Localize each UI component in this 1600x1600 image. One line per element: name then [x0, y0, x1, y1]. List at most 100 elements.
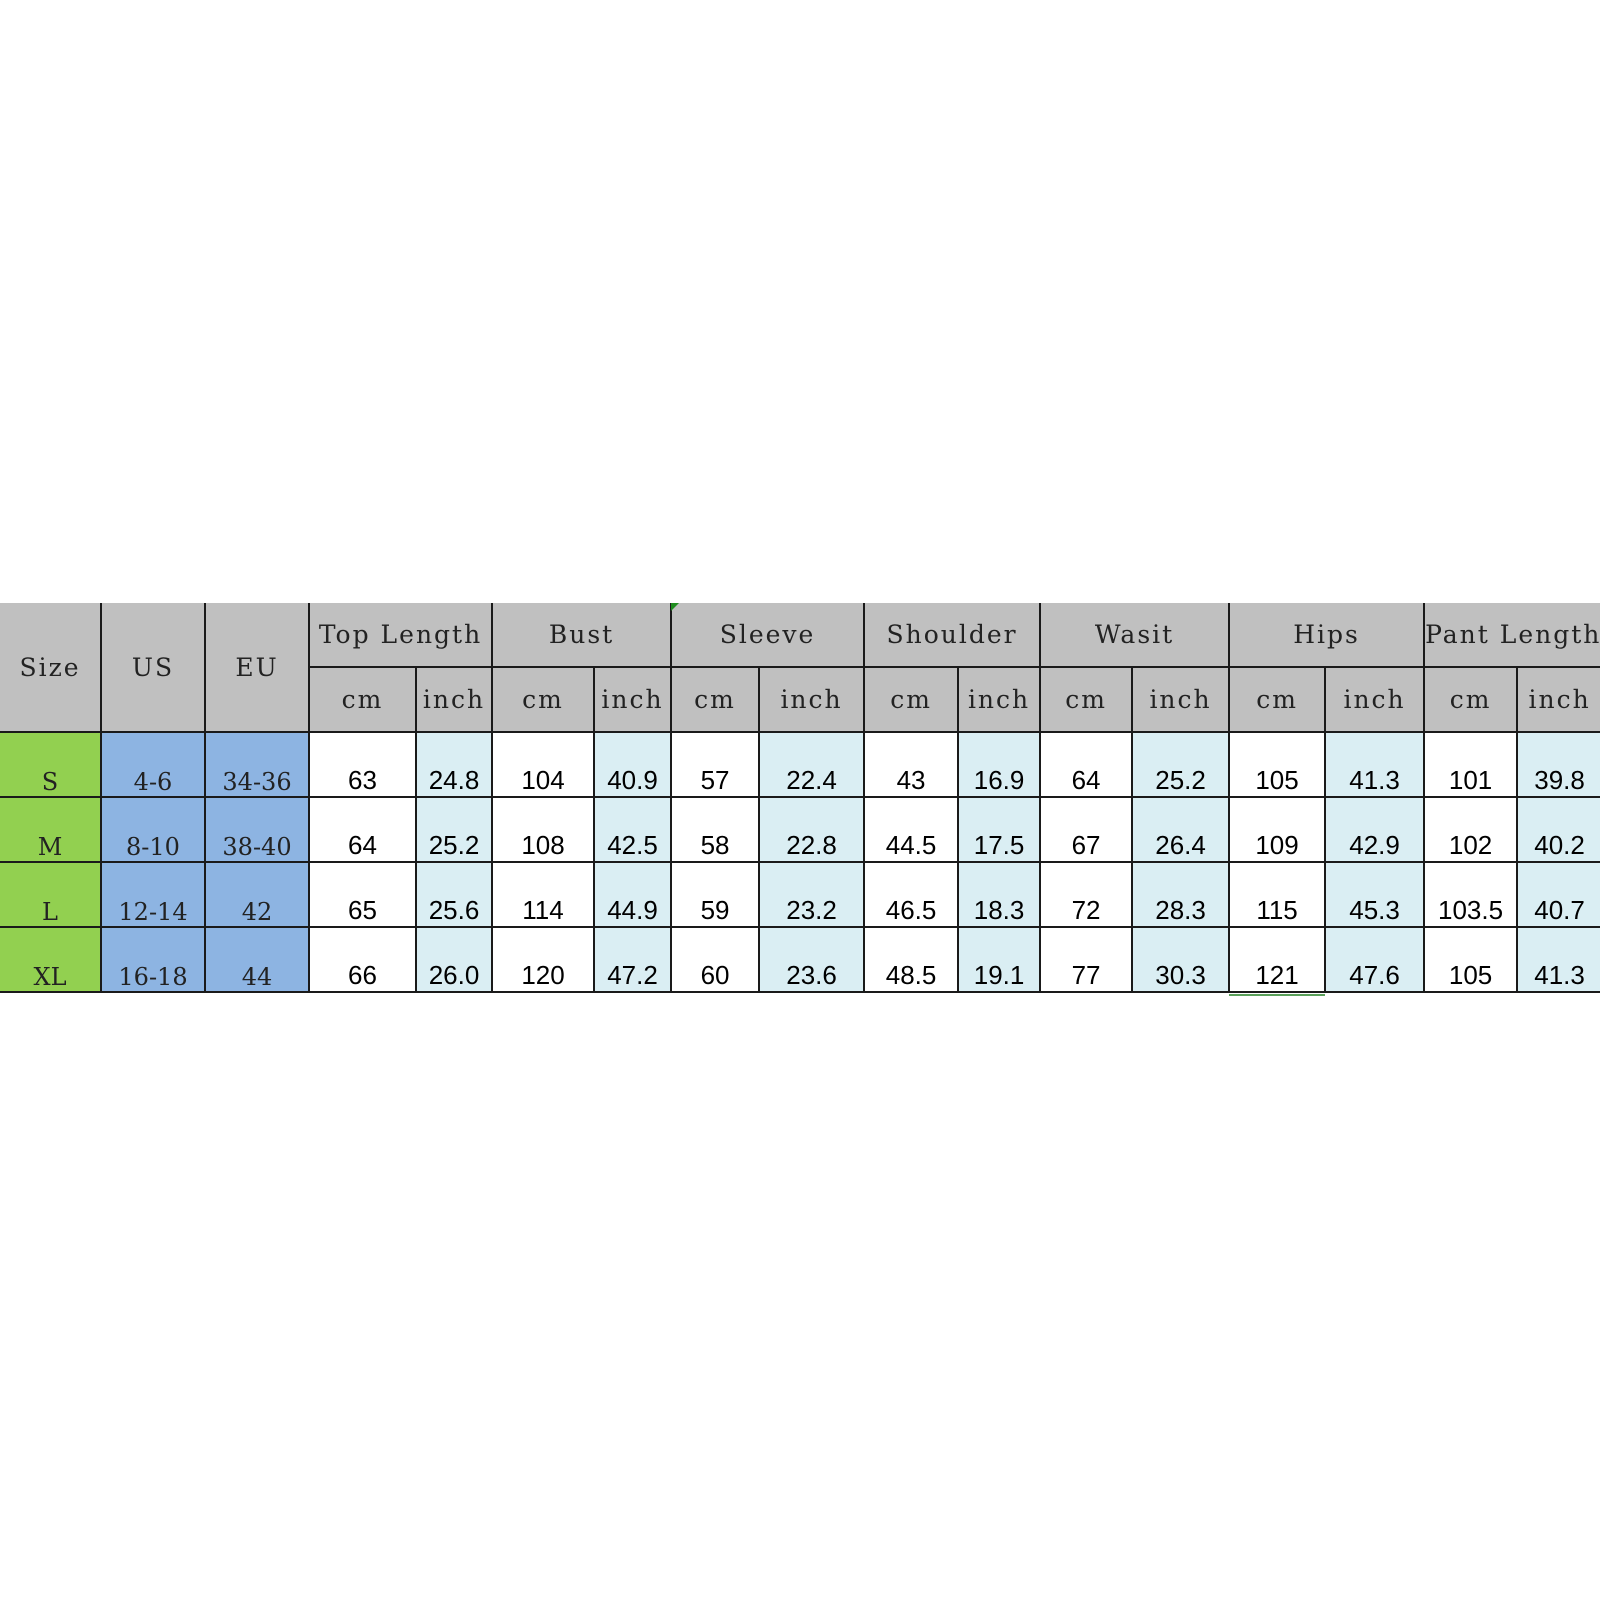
hips-cm-cell-value: 121: [1255, 960, 1299, 990]
hips-inch-cell-value: 45.3: [1349, 895, 1400, 925]
top-length-inch-cell-value: 26.0: [428, 960, 480, 990]
bust-inch-cell-value: 44.9: [607, 895, 658, 925]
eu-size-cell: 44: [204, 926, 310, 993]
table-body: S 4-6 34-36 63 24.8 104 40.9 57 22.4 43 16.9 64 25.2…: [0, 731, 1600, 993]
unit-header-inch: inch: [957, 666, 1042, 733]
pant-length-cm-cell-value: 102: [1448, 830, 1493, 860]
selected-cell-indicator: [1229, 994, 1325, 996]
unit-header-inch: inch: [1324, 666, 1426, 733]
bust-cm-cell: 114: [491, 861, 596, 928]
waist-cm-cell: 72: [1039, 861, 1134, 928]
size-cell-value: L: [42, 898, 58, 926]
sleeve-inch-cell: 22.8: [758, 796, 866, 863]
size-cell: M: [0, 796, 102, 863]
size-cell-value: XL: [33, 963, 67, 991]
cell-comment-marker: [671, 603, 679, 611]
hips-inch-cell-value: 42.9: [1349, 830, 1400, 860]
unit-header-inch: inch: [758, 666, 866, 733]
hips-inch-cell: 47.6: [1324, 926, 1426, 993]
header-eu: EU: [204, 603, 310, 733]
shoulder-inch-cell-value: 17.5: [973, 830, 1025, 860]
unit-header-inch: inch: [1131, 666, 1231, 733]
hips-cm-cell-value: 109: [1255, 830, 1299, 860]
us-size-cell: 8-10: [100, 796, 206, 863]
pant-length-inch-cell-value: 39.8: [1534, 765, 1585, 795]
unit-header-inch: inch: [414, 666, 494, 733]
bust-cm-cell-value: 108: [521, 830, 565, 860]
header-sleeve: Sleeve: [670, 603, 866, 668]
top-length-cm-cell: 65: [308, 861, 417, 928]
header-bust: Bust: [491, 603, 673, 668]
eu-size-cell: 34-36: [204, 731, 310, 798]
header-shoulder: Shoulder: [863, 603, 1042, 668]
us-size-cell-value: 8-10: [126, 833, 180, 861]
waist-inch-cell-value: 30.3: [1155, 960, 1206, 990]
bust-inch-cell: 42.5: [593, 796, 673, 863]
bust-inch-cell: 47.2: [593, 926, 673, 993]
top-length-inch-cell: 25.6: [414, 861, 494, 928]
header-size: Size: [0, 603, 102, 733]
sleeve-cm-cell: 58: [670, 796, 761, 863]
waist-cm-cell-value: 72: [1071, 895, 1101, 925]
bust-cm-cell-value: 114: [522, 895, 564, 925]
bust-cm-cell: 120: [491, 926, 596, 993]
hips-cm-cell: 121: [1228, 926, 1327, 993]
top-length-inch-cell-value: 25.6: [428, 895, 480, 925]
sleeve-inch-cell-value: 22.4: [786, 765, 837, 795]
hips-cm-cell: 109: [1228, 796, 1327, 863]
waist-inch-cell: 30.3: [1131, 926, 1231, 993]
sleeve-cm-cell-value: 57: [700, 765, 730, 795]
header-row-groups: Size US EU Top Length Bust Sleeve Should…: [0, 603, 1600, 733]
pant-length-inch-cell: 39.8: [1516, 731, 1600, 798]
shoulder-inch-cell: 16.9: [957, 731, 1042, 798]
us-size-cell-value: 4-6: [133, 768, 173, 796]
header-us: US: [100, 603, 206, 733]
us-size-cell: 4-6: [100, 731, 206, 798]
top-length-cm-cell-value: 64: [348, 830, 377, 860]
waist-inch-cell: 26.4: [1131, 796, 1231, 863]
shoulder-inch-cell-value: 16.9: [973, 765, 1025, 795]
bust-inch-cell: 40.9: [593, 731, 673, 798]
sleeve-cm-cell-value: 60: [700, 960, 730, 990]
eu-size-cell-value: 34-36: [222, 768, 292, 796]
shoulder-inch-cell-value: 19.1: [973, 960, 1025, 990]
unit-header-cm: cm: [309, 666, 417, 733]
bust-cm-cell: 104: [491, 731, 596, 798]
pant-length-cm-cell-value: 103.5: [1438, 895, 1504, 925]
top-length-cm-cell: 63: [308, 731, 417, 798]
eu-size-cell: 42: [204, 861, 310, 928]
bust-cm-cell-value: 104: [521, 765, 565, 795]
header-hips: Hips: [1228, 603, 1426, 668]
shoulder-cm-cell-value: 43: [896, 765, 926, 795]
top-length-inch-cell: 24.8: [414, 731, 494, 798]
table-row: S 4-6 34-36 63 24.8 104 40.9 57 22.4 43 16.9 64 25.2…: [0, 731, 1600, 798]
bust-cm-cell: 108: [491, 796, 596, 863]
hips-inch-cell: 42.9: [1324, 796, 1426, 863]
pant-length-inch-cell-value: 40.2: [1534, 830, 1585, 860]
top-length-cm-cell: 66: [308, 926, 417, 993]
top-length-inch-cell: 25.2: [414, 796, 494, 863]
pant-length-cm-cell: 101: [1423, 731, 1519, 798]
sleeve-cm-cell-value: 58: [700, 830, 730, 860]
bust-inch-cell-value: 47.2: [607, 960, 658, 990]
size-chart-table: Size US EU Top Length Bust Sleeve Should…: [0, 603, 1600, 993]
size-cell: XL: [0, 926, 102, 993]
shoulder-cm-cell: 44.5: [863, 796, 960, 863]
table-row: XL 16-18 44 66 26.0 120 47.2 60 23.6 48.5 19.1 77 30…: [0, 926, 1600, 993]
shoulder-cm-cell-value: 44.5: [885, 830, 937, 860]
size-cell: L: [0, 861, 102, 928]
pant-length-cm-cell: 102: [1423, 796, 1519, 863]
hips-cm-cell-value: 115: [1256, 895, 1298, 925]
sleeve-inch-cell: 23.2: [758, 861, 866, 928]
waist-inch-cell-value: 25.2: [1155, 765, 1206, 795]
bust-inch-cell-value: 42.5: [607, 830, 658, 860]
unit-header-cm: cm: [863, 666, 960, 733]
top-length-inch-cell-value: 25.2: [428, 830, 480, 860]
table-row: L 12-14 42 65 25.6 114 44.9 59 23.2 46.5 18.3 72 28.…: [0, 861, 1600, 928]
sleeve-cm-cell: 59: [670, 861, 761, 928]
shoulder-cm-cell-value: 48.5: [885, 960, 937, 990]
shoulder-cm-cell: 46.5: [863, 861, 960, 928]
header-top-length: Top Length: [307, 603, 494, 668]
waist-cm-cell: 64: [1039, 731, 1134, 798]
eu-size-cell: 38-40: [204, 796, 310, 863]
